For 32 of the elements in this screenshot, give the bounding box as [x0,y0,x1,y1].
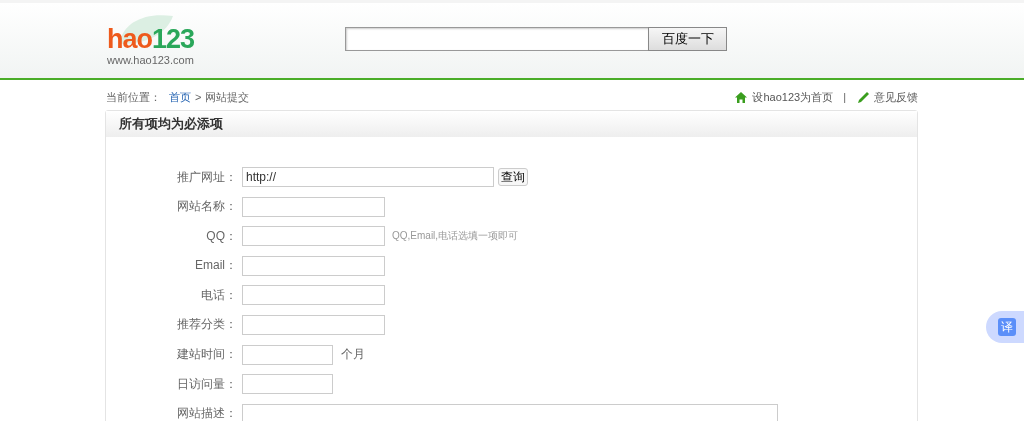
field-label: 日访问量： [176,375,238,393]
input-field[interactable] [242,344,333,365]
field-label: 网站名称： [176,198,238,216]
breadcrumb-link[interactable]: 首页 [169,89,191,105]
input-field[interactable] [242,314,385,335]
logo[interactable]: hao123 www.hao123.com [107,11,217,70]
link-divider: | [843,91,846,103]
field-label: 推荐分类： [176,316,238,334]
top-link[interactable]: 设hao123为首页 [752,89,834,105]
field-label: 建站时间： [176,346,238,364]
field-label: 推广网址： [176,168,238,186]
breadcrumb-current: 网站提交 [205,89,250,105]
pencil-icon [858,91,869,103]
input-field[interactable] [242,285,385,306]
top-link[interactable]: 意见反馈 [874,89,918,105]
input-field[interactable] [242,374,333,395]
panel-title: 所有项均为必添项 [106,111,917,137]
input-field[interactable] [242,196,385,217]
breadcrumb-separator: > [195,91,202,103]
input-field[interactable]: http:// [242,167,494,187]
input-field[interactable] [242,226,385,247]
field-label: Email： [194,257,238,275]
home-icon [735,91,748,103]
breadcrumb-label: 当前位置： [106,89,161,105]
unit-label: 个月 [341,346,365,364]
field-label: 网站描述： [176,405,238,421]
search-button[interactable]: 百度一下 [648,26,727,51]
field-label: QQ： [205,227,238,245]
input-field[interactable] [242,255,385,276]
search-field[interactable] [345,26,648,51]
query-button[interactable]: 查询 [498,168,528,186]
field-label: 电话： [200,286,238,304]
